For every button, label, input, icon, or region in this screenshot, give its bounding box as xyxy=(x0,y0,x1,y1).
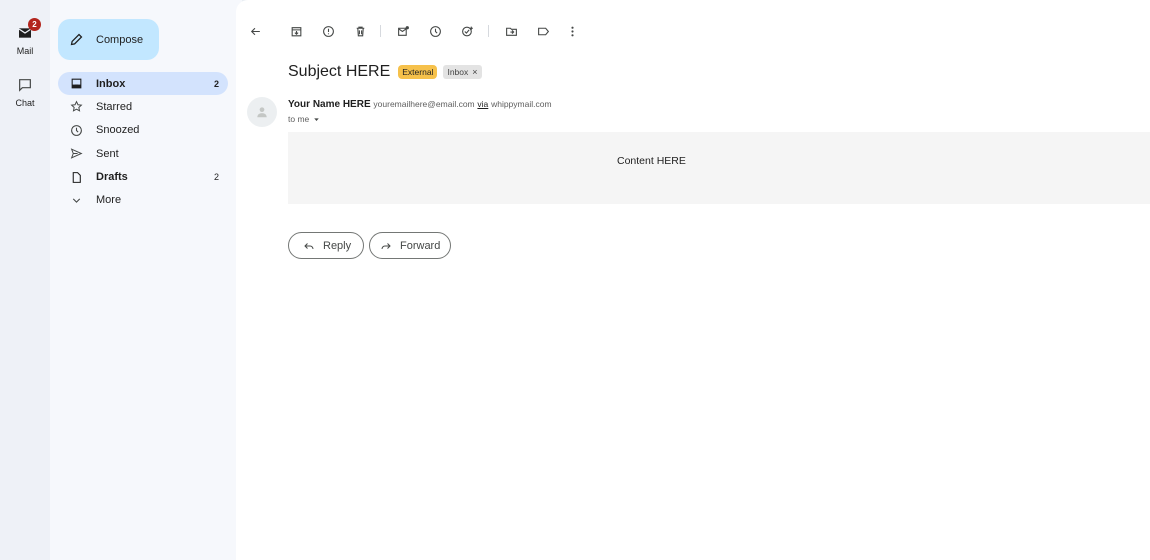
caret-down-icon xyxy=(314,117,320,121)
archive-button[interactable] xyxy=(285,20,307,42)
mail-icon: 2 xyxy=(15,18,41,42)
move-to-button[interactable] xyxy=(500,20,522,42)
sidebar-item-label: More xyxy=(96,194,122,207)
pencil-icon xyxy=(70,33,83,46)
report-spam-icon xyxy=(322,25,334,37)
snooze-icon xyxy=(429,25,441,37)
more-options-button[interactable] xyxy=(561,20,583,42)
sidebar-item-drafts[interactable]: Drafts 2 xyxy=(58,166,228,189)
star-icon xyxy=(70,100,83,113)
sidebar-item-sent[interactable]: Sent xyxy=(58,142,228,165)
sender-email: youremailhere@email.com xyxy=(373,99,475,109)
back-arrow-icon xyxy=(250,27,260,35)
via-link[interactable]: via xyxy=(477,99,488,109)
more-vert-icon xyxy=(570,26,574,36)
message-subject: Subject HERE xyxy=(288,63,391,80)
sidebar: Compose Inbox 2 Starred Snoozed Sent Dra… xyxy=(50,0,236,560)
sidebar-item-more[interactable]: More xyxy=(58,189,228,212)
inbox-label-chip: Inbox × xyxy=(443,65,482,79)
compose-label: Compose xyxy=(96,33,144,46)
inbox-label-text: Inbox xyxy=(447,67,469,77)
sender-line: Your Name HERE youremailhere@email.com v… xyxy=(288,99,552,110)
back-button[interactable] xyxy=(244,20,266,42)
compose-button[interactable]: Compose xyxy=(58,19,159,60)
inbox-icon xyxy=(71,78,82,89)
delete-icon xyxy=(356,26,364,36)
inbox-count: 2 xyxy=(213,78,219,89)
toolbar-divider xyxy=(488,25,489,37)
subject-row: Subject HERE External Inbox × xyxy=(288,63,482,81)
sidebar-item-label: Inbox xyxy=(96,77,126,90)
sidebar-item-snoozed[interactable]: Snoozed xyxy=(58,119,228,142)
draft-icon xyxy=(72,171,81,183)
message-toolbar xyxy=(236,20,636,42)
nav-list: Inbox 2 Starred Snoozed Sent Drafts 2 Mo… xyxy=(58,72,228,212)
forward-button[interactable]: Forward xyxy=(369,232,451,259)
app-rail: 2 Mail Chat xyxy=(0,0,50,560)
rail-chat-label: Chat xyxy=(15,98,35,108)
recipient-details-toggle[interactable]: to me xyxy=(288,114,321,124)
rail-mail-label: Mail xyxy=(16,46,34,56)
report-spam-button[interactable] xyxy=(317,20,339,42)
drafts-count: 2 xyxy=(213,172,219,183)
add-task-button[interactable] xyxy=(456,20,478,42)
reply-label: Reply xyxy=(323,239,352,252)
sidebar-item-label: Sent xyxy=(96,147,119,160)
message-panel: Subject HERE External Inbox × Your Name … xyxy=(236,0,1150,560)
delete-button[interactable] xyxy=(349,20,371,42)
sidebar-item-label: Starred xyxy=(96,100,133,113)
reply-button[interactable]: Reply xyxy=(288,232,364,259)
snooze-button[interactable] xyxy=(424,20,446,42)
external-label-badge: External xyxy=(398,65,438,79)
rail-mail[interactable]: 2 Mail xyxy=(0,18,50,56)
rail-chat[interactable]: Chat xyxy=(0,76,50,108)
message-content: Content HERE xyxy=(617,155,686,167)
mark-unread-button[interactable] xyxy=(392,20,414,42)
chevron-down-icon xyxy=(72,198,81,203)
mail-unread-badge: 2 xyxy=(28,18,41,31)
clock-icon xyxy=(71,124,82,136)
via-domain: whippymail.com xyxy=(491,99,552,109)
remove-label-button[interactable]: × xyxy=(472,67,477,77)
toolbar-divider xyxy=(380,25,381,37)
person-icon xyxy=(257,107,267,118)
avatar xyxy=(247,97,277,127)
sidebar-item-label: Drafts xyxy=(96,171,128,184)
recipient-text: to me xyxy=(288,114,310,124)
reply-icon xyxy=(304,242,314,249)
add-task-icon xyxy=(461,26,473,36)
forward-icon xyxy=(381,242,391,249)
message-body: Content HERE xyxy=(288,132,1150,204)
forward-label: Forward xyxy=(400,239,441,252)
archive-icon xyxy=(291,26,301,36)
send-icon xyxy=(70,148,83,159)
sender-name[interactable]: Your Name HERE xyxy=(288,99,371,110)
sidebar-item-label: Snoozed xyxy=(96,124,140,137)
mark-unread-icon xyxy=(397,25,409,36)
sidebar-item-starred[interactable]: Starred xyxy=(58,95,228,118)
move-to-icon xyxy=(505,27,517,36)
chat-icon xyxy=(15,76,35,94)
sidebar-item-inbox[interactable]: Inbox 2 xyxy=(58,72,228,95)
label-icon xyxy=(537,27,549,35)
label-button[interactable] xyxy=(532,20,554,42)
